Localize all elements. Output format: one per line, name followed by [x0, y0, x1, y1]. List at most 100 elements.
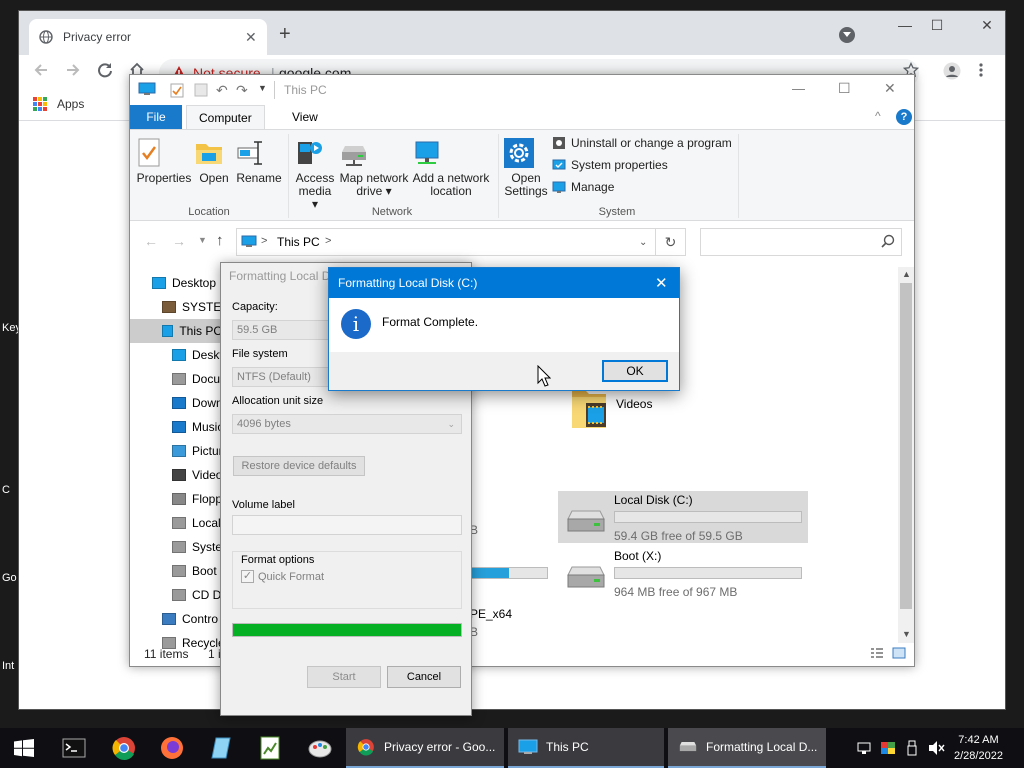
system-properties-button[interactable]: System properties — [552, 158, 668, 172]
menu-icon[interactable] — [979, 62, 983, 78]
taskbar-clock[interactable]: 7:42 AM 2/28/2022 — [954, 732, 1003, 764]
nav-item[interactable]: Video — [172, 463, 222, 487]
back-arrow-icon[interactable]: ← — [144, 233, 158, 249]
qat-properties-icon[interactable] — [170, 83, 184, 98]
vertical-scrollbar[interactable]: ▲ ▼ — [898, 267, 914, 643]
nav-item[interactable]: Pictur — [172, 439, 223, 463]
quick-format-label: Quick Format — [258, 570, 325, 583]
tab-search-icon[interactable] — [839, 27, 855, 43]
apps-icon[interactable] — [33, 97, 47, 111]
ok-button[interactable]: OK — [602, 360, 668, 382]
tab-computer[interactable]: Computer — [186, 105, 265, 129]
format-progress-fill — [233, 624, 461, 636]
tab-view[interactable]: View — [280, 105, 330, 129]
explorer-minimize-button[interactable]: — — [792, 81, 805, 96]
rename-button[interactable]: Rename — [236, 138, 282, 185]
taskbar-format-button[interactable]: Formatting Local D... — [668, 728, 826, 768]
chrome-maximize-button[interactable]: ☐ — [925, 17, 949, 34]
up-arrow-icon[interactable]: ↑ — [216, 232, 224, 249]
add-network-location-button[interactable]: Add a network location — [412, 138, 490, 198]
volume-label-input[interactable] — [232, 515, 462, 535]
collapse-ribbon-icon[interactable]: ^ — [875, 109, 881, 123]
chrome-icon[interactable] — [110, 734, 138, 762]
help-icon[interactable]: ? — [896, 109, 912, 125]
redo-icon[interactable]: ↷ — [236, 82, 248, 99]
drive-local-disk-c[interactable]: Local Disk (C:) 59.4 GB free of 59.5 GB — [558, 491, 808, 543]
scroll-down-icon[interactable]: ▼ — [902, 629, 911, 639]
forward-icon[interactable] — [65, 62, 81, 78]
firefox-icon[interactable] — [158, 734, 186, 762]
volume-muted-icon[interactable] — [928, 740, 946, 756]
qat-dropdown-icon[interactable]: ▼ — [258, 83, 267, 93]
address-chevron-2[interactable]: > — [325, 235, 331, 247]
refresh-icon[interactable]: ↻ — [656, 228, 686, 256]
spreadsheet-icon[interactable] — [256, 734, 284, 762]
taskbar-explorer-button[interactable]: This PC — [508, 728, 664, 768]
back-icon[interactable] — [33, 62, 49, 78]
partial-drive-label[interactable]: PE_x64 — [470, 607, 512, 621]
message-close-button[interactable]: ✕ — [655, 274, 668, 292]
manage-button[interactable]: Manage — [552, 180, 614, 194]
chrome-minimize-button[interactable]: — — [893, 17, 917, 33]
access-media-button[interactable]: Access media ▾ — [294, 138, 336, 211]
chrome-tab[interactable]: Privacy error ✕ — [29, 19, 267, 55]
tab-file[interactable]: File — [130, 105, 182, 129]
windows-start-icon[interactable] — [14, 739, 34, 757]
nav-item[interactable]: Music — [172, 415, 223, 439]
taskbar-explorer-label: This PC — [546, 740, 589, 754]
nav-item[interactable]: Local — [172, 511, 221, 535]
undo-icon[interactable]: ↶ — [216, 82, 228, 99]
details-view-icon[interactable] — [870, 647, 884, 659]
nav-item[interactable]: CD Dr — [172, 583, 225, 607]
reload-icon[interactable] — [97, 62, 113, 78]
nav-item-icon — [172, 517, 186, 529]
nav-item[interactable]: Boot — [172, 559, 217, 583]
uninstall-program-button[interactable]: Uninstall or change a program — [552, 136, 732, 150]
explorer-close-button[interactable]: ✕ — [884, 80, 896, 97]
nav-item[interactable]: Syster — [172, 535, 226, 559]
open-settings-button[interactable]: Open Settings — [504, 138, 548, 198]
scroll-thumb[interactable] — [900, 283, 912, 609]
apps-bookmark[interactable]: Apps — [57, 97, 84, 111]
nav-item[interactable]: Contro — [162, 607, 218, 631]
taskbar-chrome-button[interactable]: Privacy error - Goo... — [346, 728, 504, 768]
quick-format-checkbox[interactable]: ✓ Quick Format — [241, 570, 324, 583]
notepad-icon[interactable] — [208, 734, 236, 762]
nav-item[interactable]: Down — [172, 391, 223, 415]
display-tray-icon[interactable] — [880, 740, 896, 756]
nav-item[interactable]: This PC — [130, 319, 222, 343]
nav-item[interactable]: Docu — [172, 367, 220, 391]
videos-folder-icon — [570, 385, 608, 431]
forward-arrow-icon[interactable]: → — [172, 233, 186, 249]
taskbar-explorer-icon — [518, 738, 538, 756]
properties-button[interactable]: Properties — [136, 138, 192, 185]
recent-dropdown-icon[interactable]: ▼ — [198, 235, 207, 245]
restore-defaults-button[interactable]: Restore device defaults — [233, 456, 365, 476]
network-tray-icon[interactable] — [856, 740, 872, 756]
tab-close-icon[interactable]: ✕ — [245, 29, 257, 46]
explorer-maximize-button[interactable]: ☐ — [838, 80, 851, 97]
address-path[interactable]: This PC — [277, 235, 320, 249]
address-chevron-1[interactable]: > — [261, 235, 267, 247]
address-dropdown-icon[interactable]: ⌄ — [639, 237, 647, 248]
map-network-drive-button[interactable]: Map network drive ▾ — [338, 138, 410, 198]
open-button[interactable]: Open — [194, 138, 234, 185]
terminal-icon[interactable] — [60, 734, 88, 762]
search-input[interactable] — [700, 228, 902, 256]
cancel-button[interactable]: Cancel — [387, 666, 461, 688]
large-icons-view-icon[interactable] — [892, 647, 906, 659]
usb-tray-icon[interactable] — [906, 740, 918, 756]
nav-item[interactable]: Flopp — [172, 487, 222, 511]
start-button[interactable]: Start — [307, 666, 381, 688]
qat-newfolder-icon[interactable] — [194, 83, 208, 97]
new-tab-button[interactable]: + — [279, 23, 291, 46]
address-bar[interactable]: > This PC > ⌄ — [236, 228, 656, 256]
scroll-up-icon[interactable]: ▲ — [902, 269, 911, 279]
paint-icon[interactable] — [306, 734, 334, 762]
nav-item[interactable]: Desktop — [152, 271, 216, 295]
chrome-close-button[interactable]: ✕ — [975, 17, 999, 34]
alloc-unit-select[interactable]: 4096 bytes ⌄ — [232, 414, 462, 434]
drive-boot-x[interactable]: Boot (X:) 964 MB free of 967 MB — [558, 547, 808, 599]
nav-item[interactable]: Deskt — [172, 343, 223, 367]
account-icon[interactable] — [943, 62, 961, 80]
